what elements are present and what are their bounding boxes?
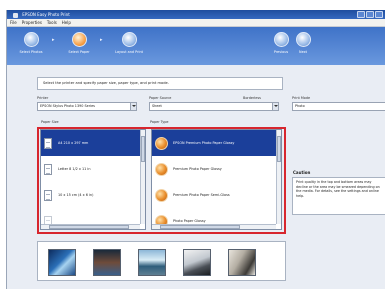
arrow-right-icon: ▸ xyxy=(52,37,55,43)
paper-icon xyxy=(71,32,87,47)
printer-value: EPSON Stylus Photo 1390 Series xyxy=(40,104,95,108)
menu-bar: File Properties Tools Help xyxy=(7,19,385,27)
print-mode-value: Photo xyxy=(295,104,305,108)
photo-thumbnail[interactable] xyxy=(183,249,211,276)
paper-size-label: Paper Size xyxy=(41,120,59,124)
highlight-frame xyxy=(37,127,286,234)
step-label: Select Paper xyxy=(68,50,90,54)
next-label: Next xyxy=(299,50,307,54)
paper-type-label: Paper Type xyxy=(150,120,169,124)
step-layout-and-print[interactable]: Layout and Print xyxy=(107,32,151,54)
window-controls xyxy=(357,11,383,18)
paper-source-value: Sheet xyxy=(152,104,162,108)
paper-source-select[interactable]: Sheet xyxy=(149,102,279,111)
menu-properties[interactable]: Properties xyxy=(22,20,42,25)
title-bar: EPSON Easy Photo Print xyxy=(7,10,385,19)
step-toolbar: Select Photos ▸ Select Paper ▸ Layout an… xyxy=(7,27,385,65)
arrow-right-icon: ▸ xyxy=(100,37,103,43)
minimize-button[interactable] xyxy=(357,11,365,18)
paper-source-label: Paper Source xyxy=(149,96,172,100)
previous-label: Previous xyxy=(273,50,289,54)
next-button[interactable]: Next xyxy=(293,32,313,54)
chevron-down-icon xyxy=(130,103,136,110)
photos-icon xyxy=(23,32,39,47)
printer-label: Printer xyxy=(37,96,49,100)
photo-thumbnail[interactable] xyxy=(228,249,256,276)
photo-thumbnail[interactable] xyxy=(48,249,76,276)
step-select-photos[interactable]: Select Photos xyxy=(11,32,51,54)
menu-help[interactable]: Help xyxy=(62,20,71,25)
step-label: Layout and Print xyxy=(115,50,143,54)
caution-title: Caution xyxy=(293,170,311,175)
photo-thumbnail-strip xyxy=(37,241,286,281)
borderless-label: Borderless xyxy=(243,96,261,100)
back-icon xyxy=(273,32,289,47)
app-window: EPSON Easy Photo Print File Properties T… xyxy=(6,10,385,289)
step-label: Select Photos xyxy=(19,50,43,54)
printer-select[interactable]: EPSON Stylus Photo 1390 Series xyxy=(37,102,137,111)
previous-button[interactable]: Previous xyxy=(271,32,291,54)
step-select-paper[interactable]: Select Paper xyxy=(59,32,99,54)
photo-thumbnail[interactable] xyxy=(93,249,121,276)
instruction-text: Select the printer and specify paper siz… xyxy=(37,77,283,90)
chevron-down-icon xyxy=(272,103,278,110)
menu-tools[interactable]: Tools xyxy=(47,20,57,25)
window-title: EPSON Easy Photo Print xyxy=(22,12,70,17)
layout-icon xyxy=(121,32,137,47)
forward-icon xyxy=(295,32,311,47)
app-icon xyxy=(13,12,18,18)
menu-file[interactable]: File xyxy=(10,20,17,25)
print-mode-select[interactable]: Photo xyxy=(292,102,385,111)
print-mode-label: Print Mode xyxy=(292,96,311,100)
caution-text: Print quality in the top and bottom area… xyxy=(292,177,385,215)
maximize-button[interactable] xyxy=(366,11,374,18)
close-button[interactable] xyxy=(375,11,383,18)
photo-thumbnail[interactable] xyxy=(138,249,166,276)
